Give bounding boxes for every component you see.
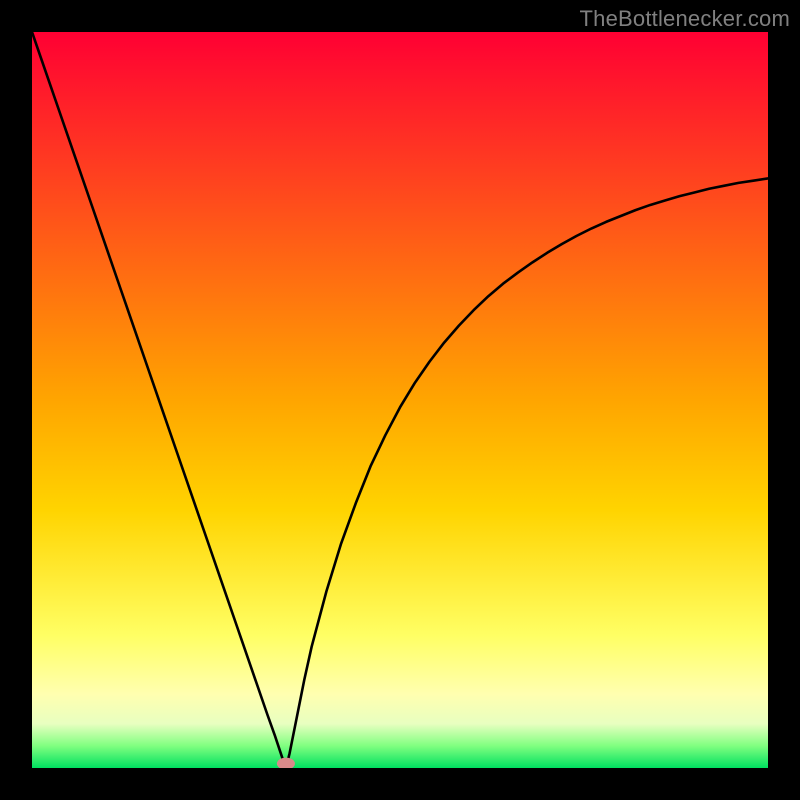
chart-svg	[32, 32, 768, 768]
chart-frame: TheBottlenecker.com	[0, 0, 800, 800]
watermark-text: TheBottlenecker.com	[580, 6, 790, 32]
plot-area	[32, 32, 768, 768]
